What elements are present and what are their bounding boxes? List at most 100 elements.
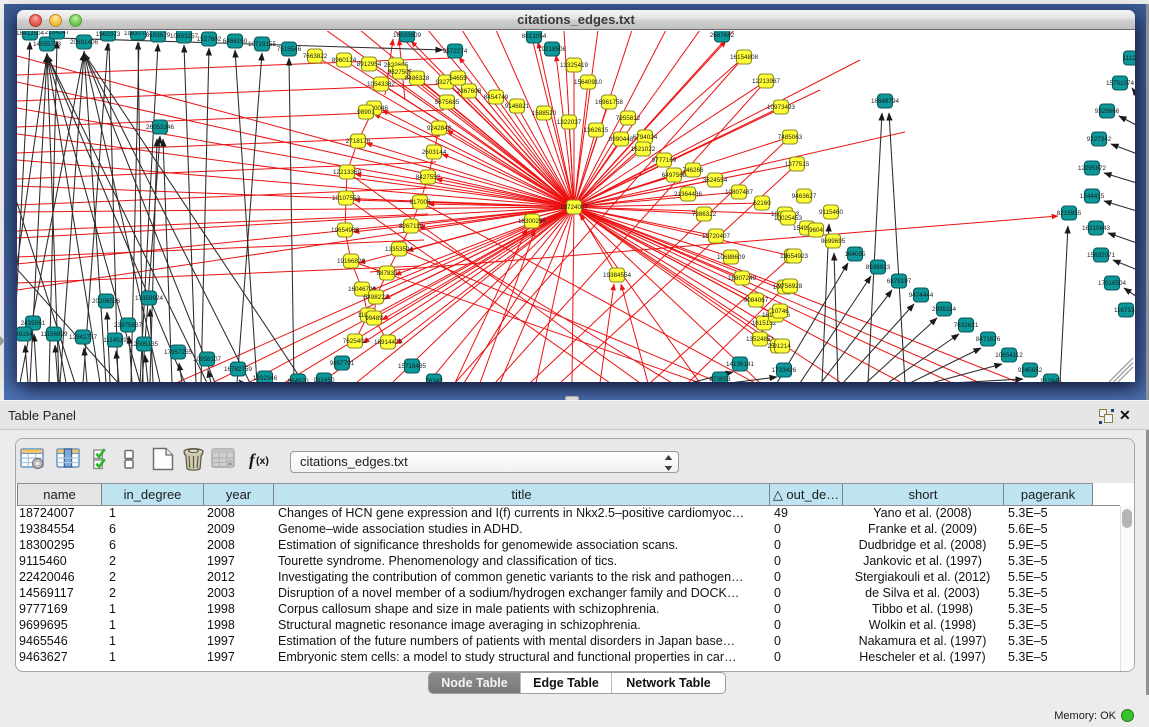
svg-text:884520: 884520 [287, 378, 309, 382]
svg-text:9329966: 9329966 [1095, 108, 1120, 115]
svg-text:91214: 91214 [773, 343, 791, 350]
svg-text:7663822: 7663822 [303, 53, 328, 60]
svg-text:10973493: 10973493 [767, 104, 796, 111]
svg-text:8912954: 8912954 [357, 61, 382, 68]
svg-text:12213967: 12213967 [752, 78, 781, 85]
svg-text:17359924: 17359924 [135, 295, 164, 302]
svg-text:7955812: 7955812 [616, 115, 641, 122]
svg-text:7625402: 7625402 [343, 338, 368, 345]
svg-text:8103679: 8103679 [146, 32, 171, 39]
svg-text:19166829: 19166829 [337, 258, 366, 265]
svg-text:62160: 62160 [753, 200, 771, 207]
svg-text:8471676: 8471676 [976, 336, 1001, 343]
svg-text:15692971: 15692971 [1087, 252, 1116, 259]
svg-text:14055713: 14055713 [33, 41, 62, 48]
svg-text:26053346: 26053346 [146, 124, 175, 131]
svg-text:20691406: 20691406 [70, 39, 99, 46]
svg-text:1733426: 1733426 [772, 367, 797, 374]
svg-text:1588520: 1588520 [532, 110, 557, 117]
svg-text:18724007: 18724007 [560, 204, 589, 211]
svg-text:14136141: 14136141 [726, 361, 755, 368]
svg-text:2435061: 2435061 [21, 320, 46, 327]
svg-text:8990448: 8990448 [609, 136, 634, 143]
svg-text:6879197: 6879197 [887, 278, 912, 285]
svg-text:9463627: 9463627 [792, 193, 817, 200]
svg-text:9084067: 9084067 [744, 297, 769, 304]
svg-text:17957255: 17957255 [164, 349, 193, 356]
svg-text:11123: 11123 [1123, 55, 1135, 62]
svg-text:10025453: 10025453 [774, 215, 803, 222]
svg-text:16914479: 16914479 [374, 339, 403, 346]
svg-text:10688609: 10688609 [717, 254, 746, 261]
svg-text:6466160: 6466160 [223, 38, 248, 45]
svg-text:873653: 873653 [709, 376, 731, 382]
svg-text:99489: 99489 [365, 315, 383, 322]
svg-text:16210643: 16210643 [1082, 225, 1111, 232]
svg-text:12213369: 12213369 [333, 169, 362, 176]
svg-text:10958107: 10958107 [193, 356, 222, 363]
svg-text:9146821: 9146821 [505, 103, 530, 110]
svg-text:19218506: 19218506 [538, 46, 567, 53]
svg-text:1932346: 1932346 [253, 375, 278, 382]
svg-text:15751074: 15751074 [1106, 80, 1135, 87]
svg-text:8454749: 8454749 [484, 94, 509, 101]
svg-text:7986322: 7986322 [692, 211, 717, 218]
svg-text:746266: 746266 [682, 167, 704, 174]
svg-text:(x): (x) [256, 455, 269, 467]
svg-text:39154: 39154 [17, 331, 33, 338]
svg-text:5498222: 5498222 [364, 294, 389, 301]
svg-text:9756928: 9756928 [778, 283, 803, 290]
svg-text:16961758: 16961758 [595, 99, 624, 106]
svg-text:10107553: 10107553 [332, 195, 361, 202]
svg-text:15716485: 15716485 [398, 363, 427, 370]
svg-text:1322037: 1322037 [557, 119, 582, 126]
svg-text:2603144: 2603144 [422, 149, 447, 156]
svg-text:16154808: 16154808 [730, 54, 759, 61]
svg-text:15640910: 15640910 [574, 79, 603, 86]
svg-text:1362615: 1362615 [584, 127, 609, 134]
svg-text:10654112: 10654112 [995, 352, 1023, 359]
svg-text:8215955: 8215955 [1057, 210, 1082, 217]
svg-text:18300295: 18300295 [518, 218, 547, 225]
svg-text:1527602: 1527602 [197, 36, 222, 43]
svg-text:17016504: 17016504 [1098, 280, 1127, 287]
svg-text:1621022: 1621022 [631, 146, 656, 153]
svg-text:8267110: 8267110 [399, 223, 424, 230]
svg-text:12942737: 12942737 [69, 334, 98, 341]
svg-text:19654908: 19654908 [331, 227, 360, 234]
svg-text:2935114: 2935114 [932, 306, 957, 313]
svg-text:9857791: 9857791 [330, 360, 355, 367]
svg-text:2367608: 2367608 [457, 88, 482, 95]
svg-text:11156829: 11156829 [40, 331, 68, 338]
svg-text:10853257: 10853257 [170, 33, 199, 40]
svg-text:13353594: 13353594 [385, 246, 414, 253]
svg-text:21364436: 21364436 [674, 191, 703, 198]
svg-text:992450: 992450 [313, 377, 335, 382]
svg-text:9245652: 9245652 [1018, 367, 1043, 374]
svg-text:12095872: 12095872 [1078, 165, 1107, 172]
svg-text:54655: 54655 [449, 75, 467, 82]
svg-text:1114519: 1114519 [103, 337, 127, 344]
svg-text:9242848: 9242848 [427, 125, 452, 132]
svg-text:7485063: 7485063 [778, 134, 803, 141]
svg-text:1244415: 1244415 [1080, 193, 1105, 200]
svg-text:16782759: 16782759 [224, 366, 253, 373]
svg-text:887833: 887833 [376, 270, 398, 277]
svg-text:20206536: 20206536 [92, 298, 121, 305]
svg-text:10746: 10746 [771, 308, 789, 315]
svg-text:15720407: 15720407 [702, 233, 731, 240]
svg-text:19384554: 19384554 [603, 272, 632, 279]
svg-text:9474444: 9474444 [909, 292, 934, 299]
svg-text:8938923: 8938923 [866, 264, 891, 271]
svg-text:18413504: 18413504 [17, 31, 44, 37]
svg-text:1377515: 1377515 [785, 161, 810, 168]
svg-text:18807249: 18807249 [728, 275, 757, 282]
svg-text:9777169: 9777169 [652, 157, 677, 164]
svg-text:9699695: 9699695 [821, 238, 846, 245]
svg-text:98901: 98901 [357, 109, 375, 116]
svg-text:8813054: 8813054 [522, 33, 547, 40]
svg-text:13325419: 13325419 [560, 62, 589, 69]
svg-text:2718176: 2718176 [346, 138, 371, 145]
svg-text:912445: 912445 [1040, 378, 1062, 382]
svg-text:2687682: 2687682 [710, 32, 735, 39]
